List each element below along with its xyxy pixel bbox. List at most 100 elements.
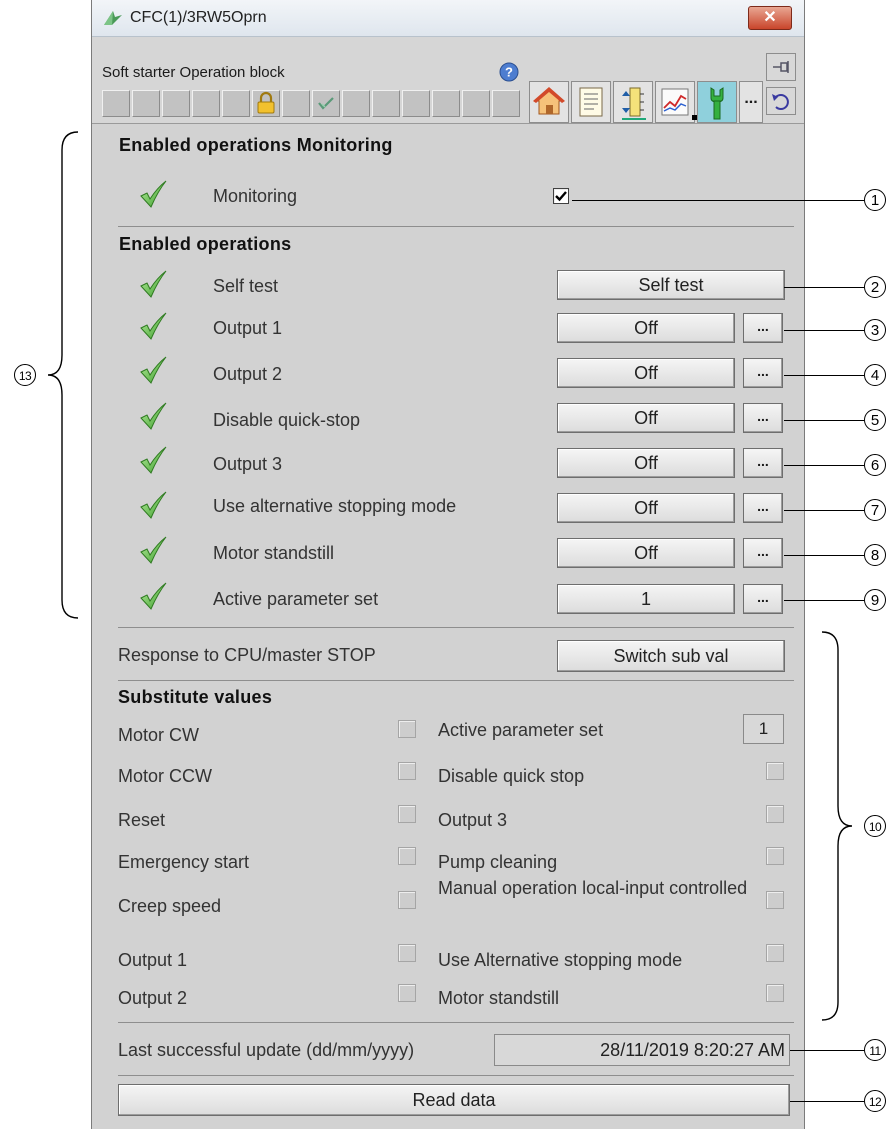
home-button[interactable]	[529, 81, 569, 123]
svg-text:?: ?	[505, 65, 513, 80]
sub-checkbox-motor-standstill[interactable]	[766, 984, 784, 1002]
callout-line	[784, 420, 864, 421]
close-button[interactable]: ✕	[748, 6, 792, 30]
response-button[interactable]: Switch sub val	[557, 640, 785, 672]
op-label-motor-standstill: Motor standstill	[213, 543, 335, 563]
app-logo-icon	[104, 11, 122, 25]
op-label-disable-quick-stop: Disable quick-stop	[213, 410, 361, 430]
sub-checkbox-emergency-start[interactable]	[398, 847, 416, 865]
sub-label-motor-ccw: Motor CCW	[118, 766, 212, 786]
sub-checkbox-output-3[interactable]	[766, 805, 784, 823]
callout-2: 2	[864, 276, 886, 298]
selected-marker	[692, 115, 697, 120]
active-parameter-set-more-button[interactable]: ...	[743, 584, 783, 614]
output-2-more-button[interactable]: ...	[743, 358, 783, 388]
callout-6: 6	[864, 454, 886, 476]
disable-quick-stop-button[interactable]: Off	[557, 403, 735, 433]
op-label-active-parameter-set: Active parameter set	[213, 589, 379, 609]
title-bar: CFC(1)/3RW5Oprn ✕	[92, 0, 804, 37]
sub-label-alternative-stopping: Use Alternative stopping mode	[438, 950, 683, 970]
read-data-button[interactable]: Read data	[118, 1084, 790, 1116]
monitoring-checkbox[interactable]	[553, 188, 569, 204]
output-3-button[interactable]: Off	[557, 448, 735, 478]
alternative-stopping-button[interactable]: Off	[557, 493, 735, 523]
status-slot	[342, 90, 370, 117]
double-check-icon	[318, 97, 334, 110]
status-slot	[372, 90, 400, 117]
status-slot	[132, 90, 160, 117]
callout-line	[784, 600, 864, 601]
response-label: Response to CPU/master STOP	[118, 645, 376, 665]
sub-active-parameter-set-value[interactable]: 1	[743, 714, 784, 744]
status-slot	[462, 90, 490, 117]
sub-checkbox-motor-cw[interactable]	[398, 720, 416, 738]
sub-checkbox-pump-cleaning[interactable]	[766, 847, 784, 865]
trend-button[interactable]	[655, 81, 695, 123]
callout-13: 13	[14, 364, 36, 386]
pin-icon	[773, 61, 789, 73]
output-1-button[interactable]: Off	[557, 313, 735, 343]
undo-button[interactable]	[766, 87, 796, 115]
wrench-icon	[710, 87, 724, 120]
callout-11: 11	[864, 1039, 886, 1061]
callout-line	[784, 375, 864, 376]
help-icon[interactable]: ?	[498, 61, 520, 83]
last-update-label: Last successful update (dd/mm/yyyy)	[118, 1040, 415, 1060]
status-slot	[282, 90, 310, 117]
lock-icon	[257, 91, 275, 114]
motor-standstill-button[interactable]: Off	[557, 538, 735, 568]
status-slot-ok	[312, 90, 340, 117]
status-slot	[102, 90, 130, 117]
output-3-more-button[interactable]: ...	[743, 448, 783, 478]
operation-window: CFC(1)/3RW5Oprn ✕ Soft starter Operation…	[91, 0, 805, 1129]
bracket-10	[821, 631, 853, 1021]
pin-button[interactable]	[766, 53, 796, 81]
sub-checkbox-reset[interactable]	[398, 805, 416, 823]
self-test-button[interactable]: Self test	[557, 270, 785, 300]
callout-line	[784, 330, 864, 331]
status-slot	[492, 90, 520, 117]
window-title: CFC(1)/3RW5Oprn	[130, 9, 267, 26]
sub-checkbox-output-1[interactable]	[398, 944, 416, 962]
substitute-heading: Substitute values	[118, 687, 273, 707]
op-label-output-2: Output 2	[213, 364, 283, 384]
enabled-check-icon	[140, 312, 167, 340]
sub-checkbox-disable-quick-stop[interactable]	[766, 762, 784, 780]
status-slot	[162, 90, 190, 117]
output-2-button[interactable]: Off	[557, 358, 735, 388]
callout-line	[784, 287, 864, 288]
op-label-output-1: Output 1	[213, 318, 283, 338]
callout-line	[790, 1050, 864, 1051]
enabled-check-icon	[140, 582, 167, 610]
more-button[interactable]: ...	[739, 81, 763, 123]
monitoring-label: Monitoring	[213, 186, 298, 206]
sub-label-motor-cw: Motor CW	[118, 725, 199, 745]
sub-checkbox-creep-speed[interactable]	[398, 891, 416, 909]
sub-label-reset: Reset	[118, 810, 166, 830]
status-slot	[432, 90, 460, 117]
callout-line	[784, 510, 864, 511]
sub-checkbox-manual-operation[interactable]	[766, 891, 784, 909]
sub-checkbox-alternative-stopping[interactable]	[766, 944, 784, 962]
callout-12: 12	[864, 1090, 886, 1112]
sub-checkbox-motor-ccw[interactable]	[398, 762, 416, 780]
motor-standstill-more-button[interactable]: ...	[743, 538, 783, 568]
disable-quick-stop-more-button[interactable]: ...	[743, 403, 783, 433]
sub-checkbox-output-2[interactable]	[398, 984, 416, 1002]
parameter-button[interactable]	[692, 81, 737, 123]
limits-button[interactable]	[613, 81, 653, 123]
status-slot	[192, 90, 220, 117]
enabled-check-icon	[140, 356, 167, 384]
callout-5: 5	[864, 409, 886, 431]
notes-button[interactable]	[571, 81, 611, 123]
enabled-check-icon	[140, 402, 167, 430]
enabled-check-icon	[140, 180, 167, 208]
sub-label-active-parameter-set: Active parameter set	[438, 720, 604, 740]
output-1-more-button[interactable]: ...	[743, 313, 783, 343]
separator	[118, 627, 794, 628]
status-slot	[402, 90, 430, 117]
active-parameter-set-button[interactable]: 1	[557, 584, 735, 614]
alternative-stopping-more-button[interactable]: ...	[743, 493, 783, 523]
separator	[118, 1075, 794, 1076]
document-icon	[579, 87, 603, 117]
